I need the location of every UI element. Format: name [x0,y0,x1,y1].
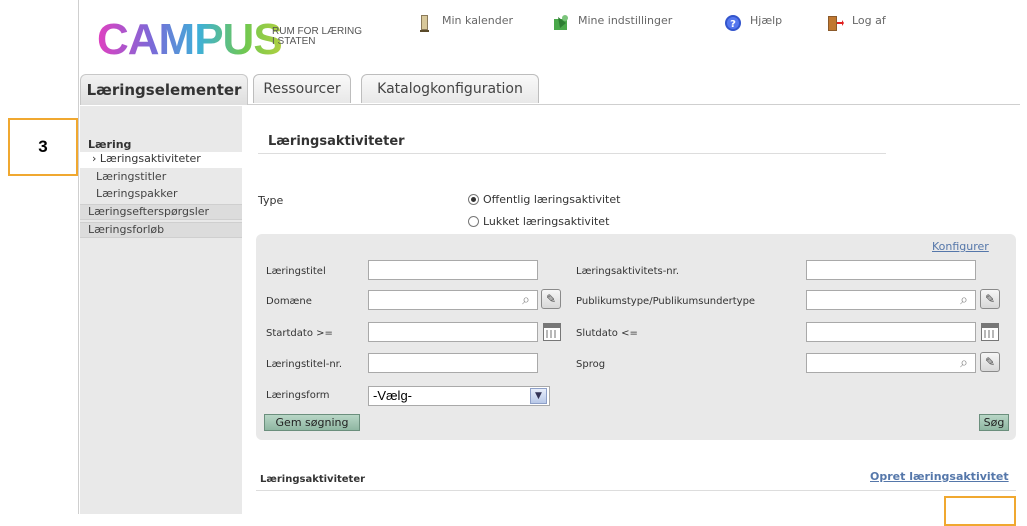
tagline: RUM FOR LÆRING I STATEN [272,26,362,47]
end-date-calendar-icon[interactable] [981,323,999,341]
start-date-label: Startdato >= [266,328,333,339]
language-search-icon[interactable]: ⌕ [954,353,974,373]
language-input[interactable] [806,353,976,373]
start-date-input[interactable] [368,322,538,342]
results-title: Læringsaktiviteter [260,474,366,485]
sidebar-item-laeringsefterspoergsler[interactable]: Læringsefterspørgsler [80,204,242,220]
sidebar-item-laeringspakker[interactable]: Læringspakker [80,187,242,201]
learning-form-label: Læringsform [266,390,330,401]
sidebar-item-laeringstitler[interactable]: Læringstitler [80,170,242,184]
tab-laeringselementer[interactable]: Læringselementer [80,74,248,105]
audience-picker-icon[interactable]: ✎ [980,289,1000,309]
sidebar-item-laeringsforloeb[interactable]: Læringsforløb [80,222,242,238]
campus-logo[interactable]: CAMPUS [97,18,283,62]
activity-number-input[interactable] [806,260,976,280]
radio-lukket[interactable]: Lukket læringsaktivitet [468,215,609,228]
title-number-label: Læringstitel-nr. [266,359,343,370]
radio-offentlig[interactable]: Offentlig læringsaktivitet [468,193,620,206]
domain-input[interactable] [368,290,538,310]
title-divider [258,153,886,154]
learning-title-label: Læringstitel [266,266,326,277]
configure-link[interactable]: Konfigurer [932,240,989,253]
domain-label: Domæne [266,296,312,307]
results-divider [256,490,1016,491]
sidebar-section-laering[interactable]: Læring [80,138,242,152]
start-date-calendar-icon[interactable] [543,323,561,341]
domain-picker-icon[interactable]: ✎ [541,289,561,309]
help-icon: ? [725,15,741,31]
audience-type-label: Publikumstype/Publikumsundertype [576,296,756,307]
tab-ressourcer[interactable]: Ressourcer [253,74,351,103]
chevron-down-icon[interactable]: ▼ [530,388,547,404]
radio-selected-icon [468,194,479,205]
audience-search-icon[interactable]: ⌕ [954,290,974,310]
svg-text:?: ? [730,19,736,30]
logout-link[interactable]: Log af [826,14,886,32]
activity-number-label: Læringsaktivitets-nr. [576,266,680,277]
page-title: Læringsaktiviteter [268,134,405,149]
calendar-icon [420,15,429,32]
radio-unselected-icon [468,216,479,227]
settings-icon [554,15,568,30]
tab-bar: Læringselementer Ressourcer Katalogkonfi… [80,74,1020,105]
type-label: Type [258,194,284,207]
settings-link[interactable]: Mine indstillinger [552,14,672,32]
domain-search-icon[interactable]: ⌕ [516,290,536,310]
learning-title-input[interactable] [368,260,538,280]
language-label: Sprog [576,359,606,370]
help-link[interactable]: ? Hjælp [724,14,782,32]
end-date-input[interactable] [806,322,976,342]
language-picker-icon[interactable]: ✎ [980,352,1000,372]
end-date-label: Slutdato <= [576,328,638,339]
save-search-button[interactable]: Gem søgning [264,414,360,431]
tab-katalogkonfiguration[interactable]: Katalogkonfiguration [361,74,539,103]
title-number-input[interactable] [368,353,538,373]
search-button[interactable]: Søg [979,414,1009,431]
create-activity-link[interactable]: Opret læringsaktivitet [870,470,1009,483]
sidebar: Læring › Læringsaktiviteter Læringstitle… [80,106,242,514]
sidebar-item-laeringsaktiviteter[interactable]: › Læringsaktiviteter [80,152,242,168]
annotation-box [944,496,1016,526]
audience-type-input[interactable] [806,290,976,310]
annotation-marker: 3 [8,118,78,176]
logout-icon [828,16,844,31]
learning-form-select[interactable]: -Vælg- [368,386,550,406]
calendar-link[interactable]: Min kalender [416,14,513,32]
